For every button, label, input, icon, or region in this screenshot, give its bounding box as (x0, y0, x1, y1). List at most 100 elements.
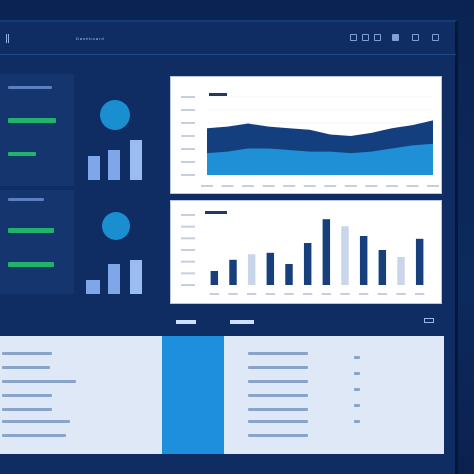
y-tick-label (181, 249, 195, 251)
mini-bar (108, 150, 120, 180)
x-tick-label (406, 185, 419, 187)
y-tick-label (181, 135, 195, 137)
table-row[interactable] (248, 366, 308, 369)
chat-icon[interactable] (392, 34, 399, 41)
table-row[interactable] (248, 394, 308, 397)
x-tick-label (201, 185, 213, 187)
highlight-column (162, 336, 224, 454)
y-tick-label (181, 109, 195, 111)
x-tick-label (283, 185, 296, 187)
table-row[interactable] (248, 434, 308, 437)
table-row[interactable] (2, 352, 52, 355)
user-icon[interactable] (374, 34, 381, 41)
x-tick-label (247, 293, 257, 295)
bar (415, 238, 424, 285)
bar (303, 243, 312, 285)
bar (359, 236, 368, 285)
mini-bar (86, 280, 100, 294)
x-tick-label (321, 293, 331, 295)
kpi-bar (8, 262, 54, 267)
row-value (354, 388, 360, 391)
table-header (230, 320, 254, 324)
x-tick-label (209, 293, 219, 295)
notification-icon[interactable] (362, 34, 369, 41)
mini-bar (108, 264, 120, 294)
x-tick-label (303, 185, 316, 187)
area-chart (181, 93, 439, 187)
bar (229, 259, 237, 285)
row-value (354, 372, 360, 375)
y-tick-label (181, 174, 195, 176)
row-value (354, 404, 360, 407)
x-tick-label (303, 293, 313, 295)
expand-icon[interactable] (432, 34, 439, 41)
y-tick-label (181, 96, 195, 98)
x-tick-label (324, 185, 337, 187)
bar (247, 254, 256, 285)
x-tick-label (377, 293, 387, 295)
bar-chart-card (170, 200, 442, 304)
bar (397, 257, 405, 285)
x-tick-label (359, 293, 369, 295)
x-tick-label (284, 293, 294, 295)
x-tick-label (262, 185, 275, 187)
table-row[interactable] (248, 408, 308, 411)
grid-icon[interactable] (412, 34, 419, 41)
bar (341, 226, 349, 285)
bar (266, 252, 275, 285)
x-tick-label (344, 185, 357, 187)
chart-title (209, 93, 227, 96)
table-row[interactable] (2, 394, 52, 397)
table-row[interactable] (2, 408, 52, 411)
x-tick-label (340, 293, 350, 295)
area-chart-card (170, 76, 442, 194)
table-row[interactable] (2, 366, 50, 369)
window-title: Dashboard (76, 36, 105, 41)
x-tick-label (415, 293, 425, 295)
x-tick-label (427, 185, 439, 187)
x-tick-label (365, 185, 378, 187)
table-row[interactable] (2, 434, 66, 437)
table-row[interactable] (2, 420, 70, 423)
table-row[interactable] (248, 420, 308, 423)
mini-bar (130, 260, 142, 294)
left-panel-top (0, 74, 74, 186)
chart-title (205, 211, 227, 214)
bar (285, 264, 293, 285)
y-tick-label (181, 161, 195, 163)
menu-icon[interactable] (6, 34, 9, 43)
settings-icon[interactable] (350, 34, 357, 41)
kpi-bar (8, 152, 36, 156)
bar-chart (181, 211, 425, 295)
donut-widget (100, 100, 130, 130)
y-tick-label (181, 122, 195, 124)
kpi-bar (8, 228, 54, 233)
top-bar: Dashboard (0, 24, 456, 54)
kpi-bar (8, 118, 56, 123)
y-tick-label (181, 225, 195, 228)
row-value (354, 420, 360, 423)
kpi-label (8, 86, 52, 89)
header-divider (0, 54, 456, 55)
table-row[interactable] (248, 380, 308, 383)
y-tick-label (181, 284, 195, 286)
mini-bar (130, 140, 142, 180)
bar (210, 271, 219, 285)
x-tick-label (265, 293, 275, 295)
y-tick-label (181, 214, 195, 216)
filter-icon[interactable] (424, 318, 434, 323)
x-tick-label (228, 293, 238, 295)
y-tick-label (181, 237, 195, 240)
x-tick-label (396, 293, 406, 295)
x-tick-label (385, 185, 398, 187)
y-tick-label (181, 148, 195, 150)
y-tick-label (181, 272, 195, 275)
y-tick-label (181, 260, 195, 263)
kpi-label (8, 198, 44, 201)
x-tick-label (242, 185, 255, 187)
table-row[interactable] (248, 352, 308, 355)
table-row[interactable] (2, 380, 76, 383)
bar (322, 219, 331, 285)
row-value (354, 356, 360, 359)
donut-widget (102, 212, 130, 240)
